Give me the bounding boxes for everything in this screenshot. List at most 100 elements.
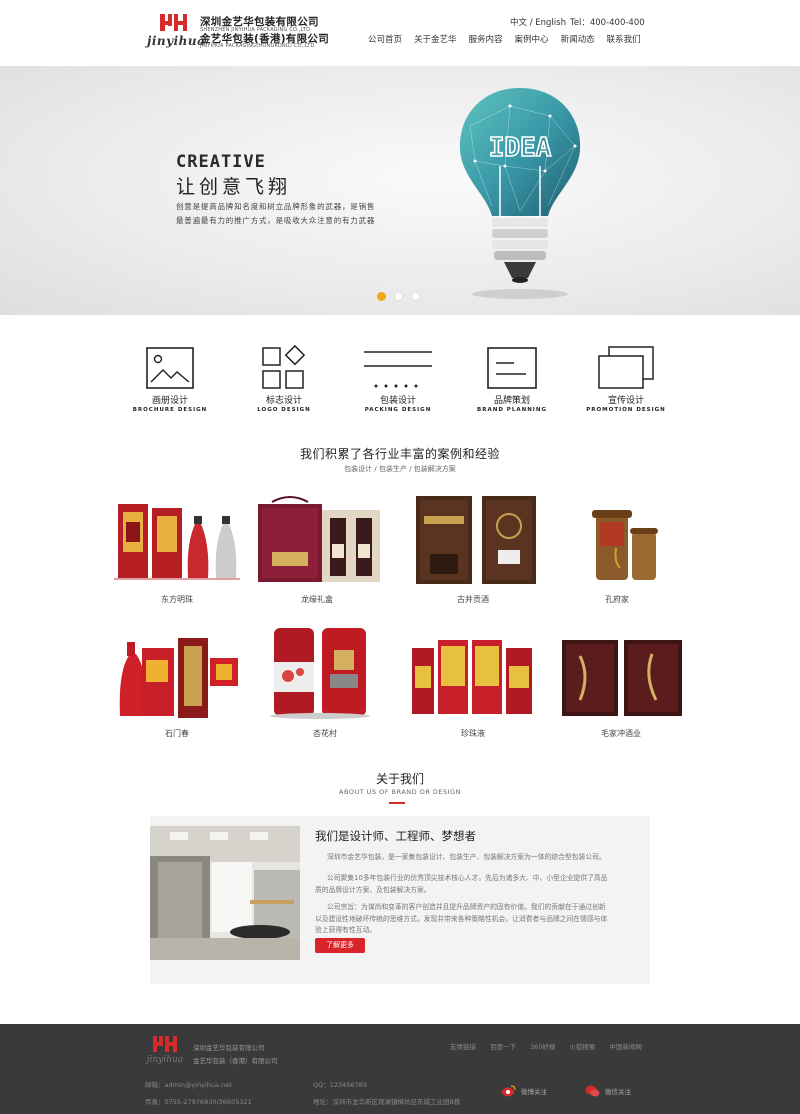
nav-contact[interactable]: 联系我们 xyxy=(607,33,641,45)
about-title: 关于我们 xyxy=(375,772,424,786)
about-paragraph: 深圳市金艺华包装，是一家集包装设计、包装生产、包装解决方案为一体的综合型包装公司… xyxy=(315,852,637,864)
about-divider xyxy=(389,802,405,804)
logo-grid-icon xyxy=(262,345,306,389)
case-name: 孔府家 xyxy=(605,595,629,604)
about-subtitle: ABOUT US OF BRAND OR DESIGN xyxy=(339,788,461,796)
banner-description: 创意是提高品牌知名度和树立品牌形象的武器，是销售 最普遍最有力的推广方式，是吸收… xyxy=(176,200,416,228)
case-item[interactable]: 石门春 xyxy=(112,626,242,739)
nav-cases[interactable]: 案例中心 xyxy=(515,33,549,45)
weibo-icon xyxy=(502,1085,516,1097)
banner-desc-line: 创意是提高品牌知名度和树立品牌形象的武器，是销售 xyxy=(176,202,376,211)
footer-link-label: 友情链接 xyxy=(450,1043,476,1051)
packing-lines-icon xyxy=(364,351,432,388)
product-image xyxy=(412,640,532,714)
site-footer: jinyihua 深圳金艺华包装有限公司 金艺华包装（香港）有限公司 友情链接 … xyxy=(0,1024,800,1114)
case-item[interactable]: 古井贡酒 xyxy=(408,492,538,605)
nav-home[interactable]: 公司首页 xyxy=(368,33,402,45)
service-brand[interactable]: 品牌策划 BRAND PLANNING xyxy=(462,345,562,413)
footer-logo-text: jinyihua xyxy=(145,1055,183,1065)
cases-subtitle: 包装设计 / 包装生产 / 包装解决方案 xyxy=(344,465,456,473)
about-text-line: 质的品牌设计方案、及包装解决方案。 xyxy=(315,885,431,894)
learn-more-button[interactable]: 了解更多 xyxy=(315,938,365,953)
service-brochure[interactable]: 画册设计 BROCHURE DESIGN xyxy=(120,345,220,413)
product-image xyxy=(114,504,240,580)
about-paragraph: 公司宗旨：为谋尚和变革的客户创造并且提升品牌资产的固有价值。我们的贡献在于通过创… xyxy=(315,902,637,937)
logo-wordmark[interactable]: jinyihua xyxy=(147,34,205,48)
product-image xyxy=(270,628,370,719)
about-paragraph: 公司聚集10多年包装行业的优秀顶尖技术核心人才。先后为诸多大、中、小型企业提供了… xyxy=(315,873,637,896)
service-cn: 品牌策划 xyxy=(493,396,530,406)
lightbulb-icon: IDEA xyxy=(459,88,581,299)
service-en: LOGO DESIGN xyxy=(257,407,311,413)
wechat-follow[interactable]: 微信关注 xyxy=(585,1085,631,1097)
footer-company-2: 金艺华包装（香港）有限公司 xyxy=(193,1057,278,1065)
bulb-text: IDEA xyxy=(489,133,552,163)
banner-creative: CREATIVE xyxy=(176,152,266,172)
about-office-photo xyxy=(150,826,300,960)
stacked-cards-icon xyxy=(598,346,654,389)
main-nav: 公司首页 关于金艺华 服务内容 案例中心 新闻动态 联系我们 xyxy=(368,33,653,45)
footer-logo[interactable]: jinyihua xyxy=(145,1032,185,1072)
service-en: PROMOTION DESIGN xyxy=(586,407,666,413)
case-item[interactable]: 龙缘礼盒 xyxy=(252,492,382,605)
service-cn: 宣传设计 xyxy=(607,396,644,406)
slider-dot[interactable] xyxy=(377,292,386,301)
service-promotion[interactable]: 宣传设计 PROMOTION DESIGN xyxy=(576,345,676,413)
service-cn: 画册设计 xyxy=(151,396,188,406)
about-text-line: 以及建设性地破坏传统的思维方式，发现并带来各种策略性机会，让消费者与品牌之间在情… xyxy=(315,914,608,923)
about-text-line: 公司聚集10多年包装行业的优秀顶尖技术核心人才。先后为诸多大、中、小型企业提供了… xyxy=(327,874,608,882)
footer-fax: 传真：0755-27976830/36605321 xyxy=(145,1098,252,1106)
product-image xyxy=(562,640,682,716)
case-item[interactable]: 孔府家 xyxy=(552,492,682,605)
case-name: 东方明珠 xyxy=(161,595,193,604)
service-cn: 标志设计 xyxy=(265,396,302,406)
footer-email: 邮箱：admin@yinyihua.net xyxy=(145,1081,232,1089)
product-image xyxy=(119,638,238,718)
nav-about[interactable]: 关于金艺华 xyxy=(414,33,457,45)
about-text-line: 验上获得有性互动。 xyxy=(315,926,377,934)
case-name: 古井贡酒 xyxy=(457,595,489,604)
service-en: BROCHURE DESIGN xyxy=(132,407,208,413)
case-item[interactable]: 毛家冲酒业 xyxy=(556,626,686,739)
slider-dot[interactable] xyxy=(411,292,420,301)
case-name: 珍珠液 xyxy=(461,729,485,738)
service-packing[interactable]: 包装设计 PACKING DESIGN xyxy=(348,345,448,413)
banner-desc-line: 最普遍最有力的推广方式，是吸收大众注意的有力武器 xyxy=(176,216,376,225)
footer-link[interactable]: 360好搜 xyxy=(530,1041,555,1051)
wechat-icon xyxy=(585,1085,600,1097)
footer-link[interactable]: 百度一下 xyxy=(490,1041,516,1051)
footer-links: 友情链接 百度一下 360好搜 火狐搜索 中国新闻网 xyxy=(450,1041,642,1051)
hero-banner: CREATIVE 让创意飞翔 创意是提高品牌知名度和树立品牌形象的武器，是销售 … xyxy=(0,66,800,315)
site-header: jinyihua 深圳金艺华包装有限公司 SHENZHEN JINYIHUA P… xyxy=(0,0,800,66)
weibo-follow[interactable]: 微博关注 xyxy=(502,1085,547,1097)
language-switch[interactable]: 中文 / English xyxy=(510,16,566,28)
product-image xyxy=(416,496,536,584)
footer-link[interactable]: 火狐搜索 xyxy=(569,1041,595,1051)
footer-qq: QQ：123456789 xyxy=(313,1081,367,1089)
telephone: Tel：400-400-400 xyxy=(570,18,645,28)
wechat-label: 微信关注 xyxy=(605,1088,631,1096)
product-image xyxy=(258,496,380,582)
banner-slogan: 让创意飞翔 xyxy=(176,176,292,198)
about-text-line: 公司宗旨：为谋尚和变革的客户创造并且提升品牌资产的固有价值。我们的贡献在于通过创… xyxy=(327,903,606,911)
about-heading: 我们是设计师、工程师、梦想者 xyxy=(315,829,476,843)
image-frame-icon xyxy=(146,347,194,389)
brand-card-icon xyxy=(487,347,537,389)
case-item[interactable]: 杏花村 xyxy=(260,626,390,739)
service-en: BRAND PLANNING xyxy=(477,407,547,413)
service-logo[interactable]: 标志设计 LOGO DESIGN xyxy=(234,345,334,413)
slider-dot[interactable] xyxy=(394,292,403,301)
cases-title: 我们积累了各行业丰富的案例和经验 xyxy=(299,447,500,461)
company-logo-icon: jinyihua xyxy=(145,1036,183,1065)
nav-news[interactable]: 新闻动态 xyxy=(561,33,595,45)
case-name: 石门春 xyxy=(165,729,189,738)
service-cn: 包装设计 xyxy=(379,396,416,406)
footer-link[interactable]: 中国新闻网 xyxy=(609,1041,642,1051)
case-item[interactable]: 珍珠液 xyxy=(408,626,538,739)
nav-services[interactable]: 服务内容 xyxy=(469,33,503,45)
footer-company-1: 深圳金艺华包装有限公司 xyxy=(193,1044,265,1052)
case-item[interactable]: 东方明珠 xyxy=(112,492,242,605)
company-logo-icon[interactable] xyxy=(160,12,188,34)
case-name: 杏花村 xyxy=(313,729,337,738)
about-text-line: 深圳市金艺华包装，是一家集包装设计、包装生产、包装解决方案为一体的综合型包装公司… xyxy=(327,853,606,861)
